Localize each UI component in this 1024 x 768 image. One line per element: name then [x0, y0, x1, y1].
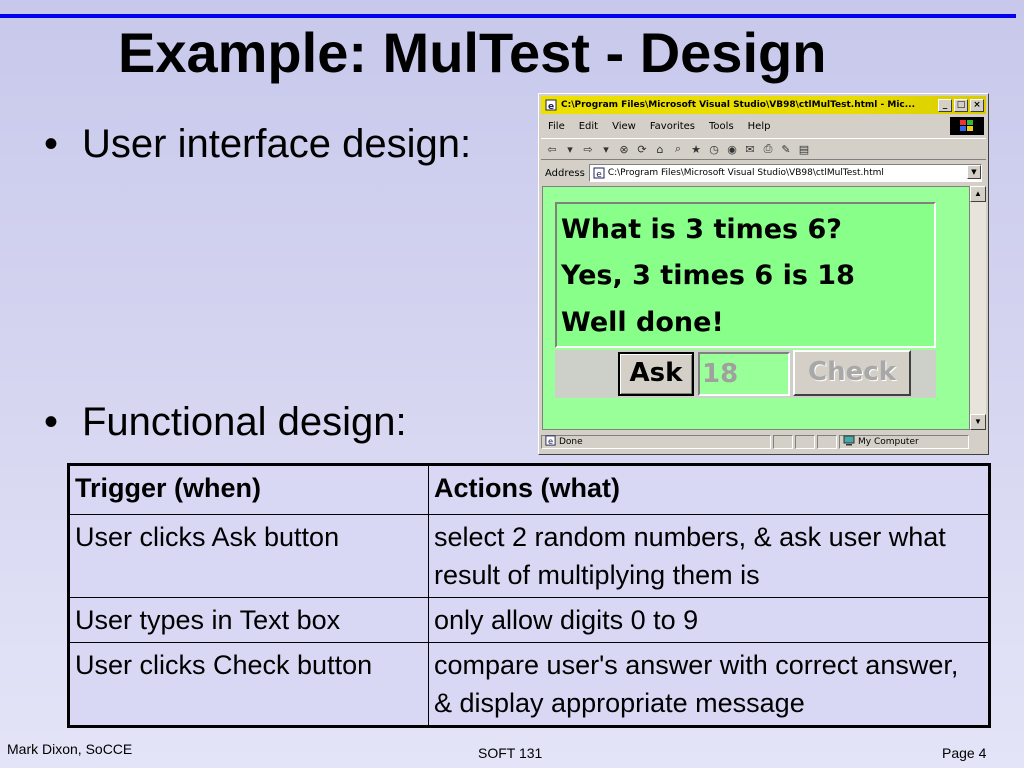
home-icon[interactable]: ⌂ [653, 142, 667, 156]
menu-file[interactable]: File [541, 121, 572, 132]
status-text-cell: e Done [541, 435, 771, 449]
bullet-functional-design: • Functional design: [44, 400, 407, 445]
page-viewport: What is 3 times 6? Yes, 3 times 6 is 18 … [542, 186, 970, 430]
stop-icon[interactable]: ⊗ [617, 142, 631, 156]
message-line: Yes, 3 times 6 is 18 [561, 260, 855, 291]
address-bar: Address e C:\Program Files\Microsoft Vis… [541, 162, 986, 184]
history-icon[interactable]: ◷ [707, 142, 721, 156]
menu-edit[interactable]: Edit [572, 121, 605, 132]
footer-page-number: Page 4 [942, 745, 987, 761]
browser-titlebar: e C:\Program Files\Microsoft Visual Stud… [541, 96, 986, 114]
status-cell [773, 435, 793, 449]
functional-design-table: Trigger (when) Actions (what) User click… [67, 463, 991, 728]
answer-input[interactable]: 18 [698, 352, 790, 396]
control-strip: Ask 18 Check [555, 350, 936, 398]
scroll-down-icon[interactable]: ▼ [970, 414, 986, 430]
top-rule [0, 14, 1016, 18]
table-row: User types in Text box only allow digits… [68, 597, 990, 643]
page-icon: e [593, 167, 605, 180]
status-text: Done [559, 437, 583, 447]
browser-title-text: C:\Program Files\Microsoft Visual Studio… [561, 100, 916, 110]
menu-tools[interactable]: Tools [702, 121, 741, 132]
header-trigger: Trigger (when) [68, 464, 429, 515]
table-row: User clicks Check button compare user's … [68, 642, 990, 727]
address-dropdown-icon[interactable]: ▼ [967, 165, 981, 179]
action-cell: compare user's answer with correct answe… [428, 642, 990, 727]
zone-text: My Computer [858, 437, 919, 447]
search-icon[interactable]: ⌕ [671, 142, 685, 156]
svg-text:e: e [548, 102, 554, 111]
computer-icon [843, 435, 855, 449]
discuss-icon[interactable]: ▤ [797, 142, 811, 156]
refresh-icon[interactable]: ⟳ [635, 142, 649, 156]
maximize-button[interactable]: □ [954, 98, 968, 112]
channels-icon[interactable]: ◉ [725, 142, 739, 156]
trigger-cell: User clicks Check button [68, 642, 429, 727]
svg-text:e: e [548, 436, 553, 446]
menu-favorites[interactable]: Favorites [643, 121, 702, 132]
menu-bar: File Edit View Favorites Tools Help [541, 116, 986, 136]
trigger-cell: User types in Text box [68, 597, 429, 643]
message-line: Well done! [561, 307, 724, 338]
bullet-text: Functional design: [82, 400, 407, 444]
done-page-icon: e [545, 435, 556, 449]
close-button[interactable]: × [970, 98, 984, 112]
bullet-text: User interface design: [82, 122, 472, 166]
windows-logo-icon [950, 117, 984, 135]
back-icon[interactable]: ⇦ [545, 142, 559, 156]
status-cell [795, 435, 815, 449]
vertical-scrollbar[interactable]: ▲ ▼ [970, 186, 986, 430]
check-button[interactable]: Check [793, 350, 911, 396]
footer-course: SOFT 131 [478, 745, 543, 761]
zone-cell: My Computer [839, 435, 969, 449]
menu-help[interactable]: Help [741, 121, 778, 132]
address-value: C:\Program Files\Microsoft Visual Studio… [607, 168, 884, 178]
forward-icon[interactable]: ⇨ [581, 142, 595, 156]
trigger-cell: User clicks Ask button [68, 514, 429, 598]
browser-window: e C:\Program Files\Microsoft Visual Stud… [538, 93, 989, 455]
message-box: What is 3 times 6? Yes, 3 times 6 is 18 … [555, 202, 936, 348]
table-header-row: Trigger (when) Actions (what) [68, 464, 990, 515]
table-row: User clicks Ask button select 2 random n… [68, 514, 990, 598]
ie-page-icon: e [544, 98, 558, 112]
message-line: What is 3 times 6? [561, 214, 842, 245]
action-cell: only allow digits 0 to 9 [428, 597, 990, 643]
minimize-button[interactable]: _ [938, 98, 952, 112]
dropdown-arrow-icon[interactable]: ▾ [563, 142, 577, 156]
action-cell: select 2 random numbers, & ask user what… [428, 514, 990, 598]
bullet-marker: • [44, 400, 59, 444]
bullet-marker: • [44, 122, 59, 166]
bullet-ui-design: • User interface design: [44, 122, 471, 167]
ask-button[interactable]: Ask [618, 352, 694, 396]
dropdown-arrow-icon[interactable]: ▾ [599, 142, 613, 156]
browser-toolbar: ⇦ ▾ ⇨ ▾ ⊗ ⟳ ⌂ ⌕ ★ ◷ ◉ ✉ ⎙ ✎ ▤ [541, 138, 986, 160]
status-cell [817, 435, 837, 449]
status-bar: e Done My Computer [541, 433, 986, 451]
footer-author: Mark Dixon, SoCCE [7, 741, 133, 757]
address-input[interactable]: e C:\Program Files\Microsoft Visual Stud… [588, 164, 982, 182]
favorites-icon[interactable]: ★ [689, 142, 703, 156]
edit-icon[interactable]: ✎ [779, 142, 793, 156]
menu-view[interactable]: View [605, 121, 643, 132]
mail-icon[interactable]: ✉ [743, 142, 757, 156]
address-label: Address [545, 167, 585, 179]
header-actions: Actions (what) [428, 464, 990, 515]
slide-title: Example: MulTest - Design [118, 21, 827, 84]
print-icon[interactable]: ⎙ [761, 142, 775, 156]
scroll-up-icon[interactable]: ▲ [970, 186, 986, 202]
svg-text:e: e [596, 170, 602, 179]
